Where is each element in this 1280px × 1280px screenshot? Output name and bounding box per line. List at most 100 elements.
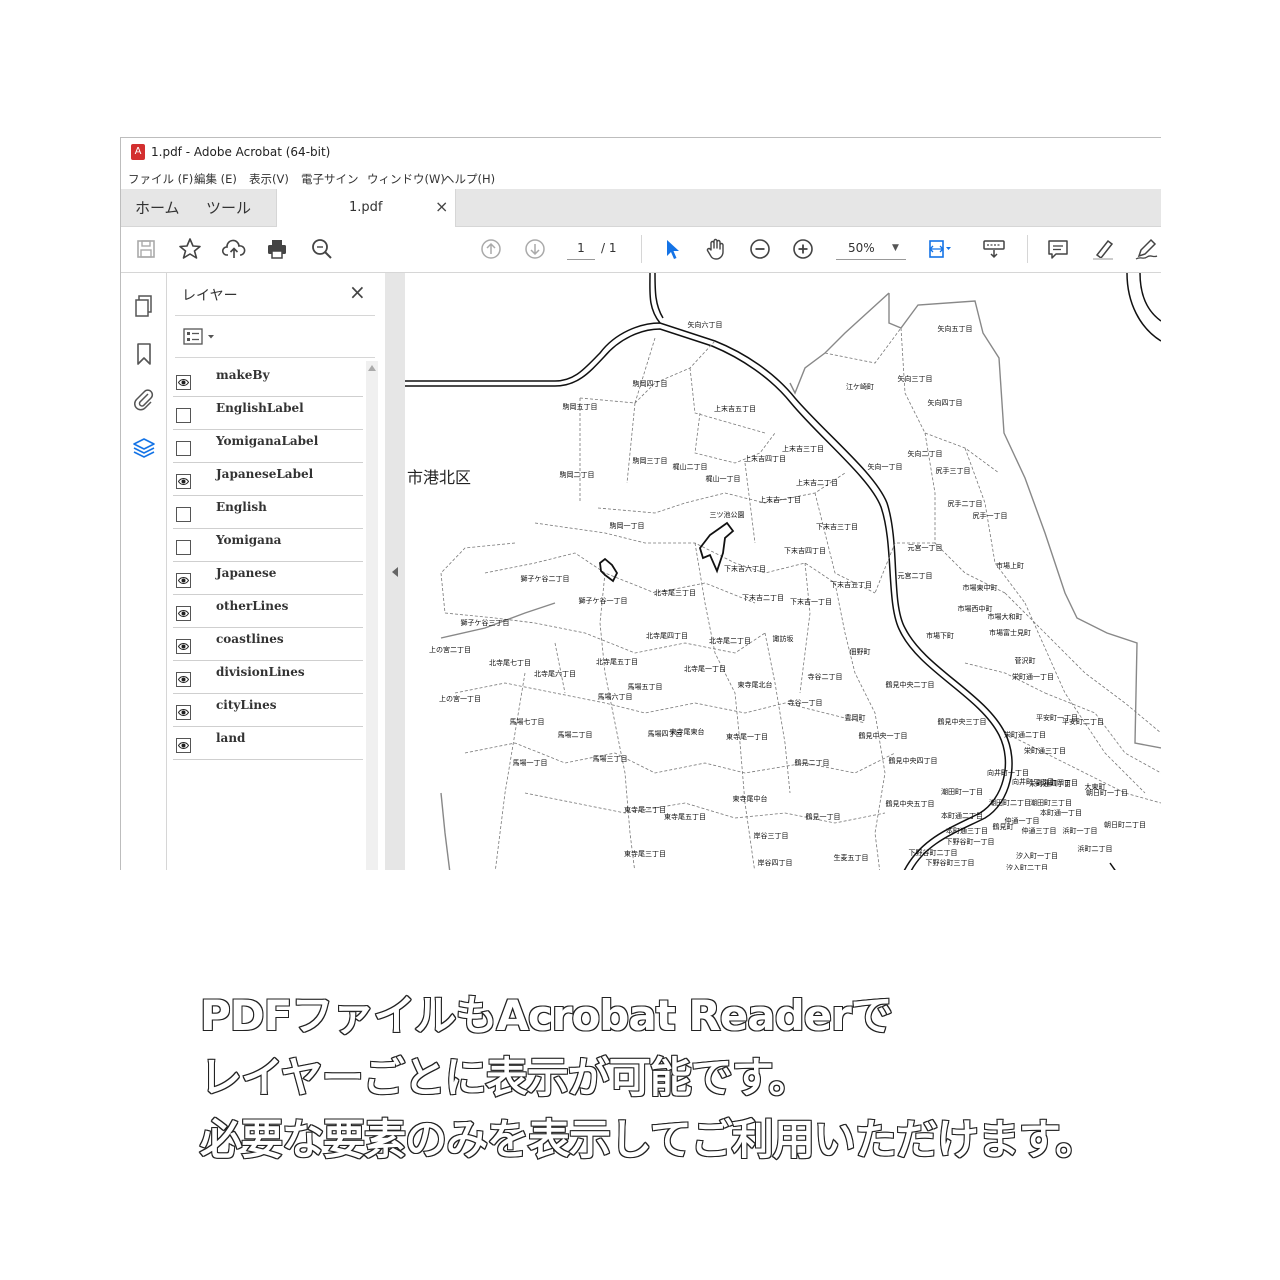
layer-visibility-checkbox[interactable] xyxy=(176,606,191,621)
layer-row[interactable]: JapaneseLabel xyxy=(173,462,363,496)
zoom-in-button[interactable] xyxy=(790,236,816,262)
layer-visibility-checkbox[interactable] xyxy=(176,507,191,522)
caption-line-2: レイヤーごとに表示が可能です。 xyxy=(199,1052,812,1103)
layer-visibility-checkbox[interactable] xyxy=(176,639,191,654)
menu-edit[interactable]: 編集 (E) xyxy=(194,171,237,187)
district-label: 寺谷二丁目 xyxy=(808,672,843,681)
layer-row[interactable]: Yomigana xyxy=(173,528,363,562)
toolbar-divider xyxy=(641,235,642,263)
layer-visibility-checkbox[interactable] xyxy=(176,375,191,390)
search-icon xyxy=(312,239,332,259)
layer-list-scrollbar[interactable] xyxy=(366,361,378,870)
district-label: 本町通三丁目 xyxy=(946,826,988,835)
district-label: 馬場五丁目 xyxy=(628,682,663,691)
upload-button[interactable] xyxy=(221,236,247,262)
tab-document[interactable]: 1.pdf × xyxy=(276,189,456,227)
district-label: 菅沢町 xyxy=(1015,656,1036,665)
layers-panel-close-button[interactable]: × xyxy=(349,280,366,304)
tab-close-button[interactable]: × xyxy=(435,197,448,216)
menu-bar: ファイル (F) 編集 (E) 表示(V) 電子サイン ウィンドウ(W) ヘルプ… xyxy=(121,167,1161,189)
document-view[interactable]: 市港北区 矢向六丁目 矢向五丁目 江ケ崎町 矢向三丁目 矢向四丁目 矢向一丁目 矢向二丁目尻… xyxy=(405,273,1161,870)
comment-button[interactable] xyxy=(1045,236,1071,262)
layer-row[interactable]: divisionLines xyxy=(173,660,363,694)
district-label: 三ツ池公園 xyxy=(710,510,745,519)
layer-row[interactable]: Japanese xyxy=(173,561,363,595)
district-label: 浜町二丁目 xyxy=(1078,844,1113,853)
district-label: 下末吉三丁目 xyxy=(816,522,858,531)
eye-icon xyxy=(178,577,189,584)
district-label: 下末吉一丁目 xyxy=(790,597,832,606)
layer-visibility-checkbox[interactable] xyxy=(176,408,191,423)
district-label: 東寺尾北台 xyxy=(738,680,773,689)
layer-name: land xyxy=(216,731,246,745)
keyboard-tools-button[interactable] xyxy=(981,236,1007,262)
layers-button[interactable] xyxy=(131,435,157,461)
highlight-button[interactable] xyxy=(1090,236,1116,262)
layer-row[interactable]: cityLines xyxy=(173,693,363,727)
keyboard-icon xyxy=(983,240,1005,259)
district-label: 下末吉二丁目 xyxy=(742,593,784,602)
layer-row[interactable]: otherLines xyxy=(173,594,363,628)
menu-window[interactable]: ウィンドウ(W) xyxy=(367,171,445,187)
bookmark-star-button[interactable] xyxy=(177,236,203,262)
bookmark-icon xyxy=(137,343,151,365)
save-button[interactable] xyxy=(133,236,159,262)
left-navigation-rail xyxy=(121,273,167,870)
zoom-level-select[interactable]: 50% ▼ xyxy=(836,237,906,260)
layer-name: cityLines xyxy=(216,698,277,712)
layer-row[interactable]: coastlines xyxy=(173,627,363,661)
attachments-button[interactable] xyxy=(131,387,157,413)
layer-row[interactable]: makeBy xyxy=(173,363,363,397)
district-label: 梶山一丁目 xyxy=(706,474,741,483)
district-label: 東寺尾三丁目 xyxy=(624,849,666,858)
layer-visibility-checkbox[interactable] xyxy=(176,573,191,588)
district-label: 尻手二丁目 xyxy=(948,499,983,508)
scroll-up-arrow-icon[interactable] xyxy=(368,365,376,371)
layer-row[interactable]: land xyxy=(173,726,363,760)
layer-row[interactable]: English xyxy=(173,495,363,529)
layer-options-button[interactable] xyxy=(183,327,219,347)
arrow-up-circle-icon xyxy=(481,239,501,259)
hand-tool-button[interactable] xyxy=(703,236,729,262)
window-title: 1.pdf - Adobe Acrobat (64-bit) xyxy=(151,145,331,159)
menu-file[interactable]: ファイル (F) xyxy=(128,171,193,187)
tab-home[interactable]: ホーム xyxy=(135,197,180,218)
district-label: 矢向四丁目 xyxy=(928,398,963,407)
caption-line-1: PDFファイルもAcrobat Readerで xyxy=(199,990,894,1041)
panel-splitter[interactable] xyxy=(385,273,405,870)
eye-icon xyxy=(178,478,189,485)
next-page-button[interactable] xyxy=(522,236,548,262)
layer-visibility-checkbox[interactable] xyxy=(176,738,191,753)
district-label: 汐入町二丁目 xyxy=(1006,863,1048,870)
district-label: 鶴見中央一丁目 xyxy=(859,731,908,740)
select-tool-button[interactable] xyxy=(659,236,685,262)
layer-row[interactable]: YomiganaLabel xyxy=(173,429,363,463)
menu-view[interactable]: 表示(V) xyxy=(249,171,289,187)
print-button[interactable] xyxy=(264,236,290,262)
layer-visibility-checkbox[interactable] xyxy=(176,474,191,489)
fit-page-button[interactable] xyxy=(926,236,952,262)
district-label: 鶴見中央五丁目 xyxy=(886,799,935,808)
tab-tools[interactable]: ツール xyxy=(206,197,251,218)
bookmarks-button[interactable] xyxy=(131,341,157,367)
district-label: 矢向三丁目 xyxy=(898,374,933,383)
page-thumbnails-button[interactable] xyxy=(131,293,157,319)
district-label: 朝日町二丁目 xyxy=(1104,821,1146,829)
layer-row[interactable]: EnglishLabel xyxy=(173,396,363,430)
menu-esign[interactable]: 電子サイン xyxy=(301,171,359,187)
page-number-input[interactable]: 1 xyxy=(567,237,595,260)
zoom-out-button[interactable] xyxy=(747,236,773,262)
cloud-upload-icon xyxy=(221,239,246,258)
district-label: 北寺尾七丁目 xyxy=(489,658,531,667)
district-label: 馬場三丁目 xyxy=(593,754,628,763)
district-label: 本町通一丁目 xyxy=(1040,808,1082,817)
layer-visibility-checkbox[interactable] xyxy=(176,705,191,720)
sign-button[interactable] xyxy=(1133,236,1159,262)
layer-visibility-checkbox[interactable] xyxy=(176,540,191,555)
layer-visibility-checkbox[interactable] xyxy=(176,441,191,456)
search-button[interactable] xyxy=(309,236,335,262)
menu-help[interactable]: ヘルプ(H) xyxy=(443,171,495,187)
prev-page-button[interactable] xyxy=(478,236,504,262)
layer-visibility-checkbox[interactable] xyxy=(176,672,191,687)
collapse-panel-arrow-icon[interactable] xyxy=(392,567,398,577)
